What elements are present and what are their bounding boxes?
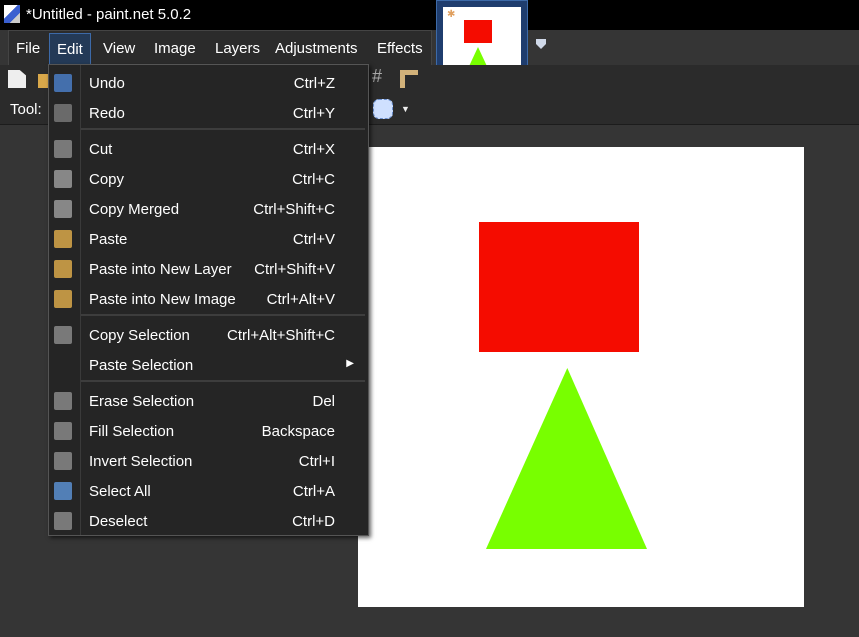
menu-item-invert-selection[interactable]: Invert Selection Ctrl+I xyxy=(49,446,368,476)
image-canvas[interactable] xyxy=(358,147,804,607)
menu-item-shortcut: Ctrl+Y xyxy=(292,105,335,122)
copy-selection-icon xyxy=(54,326,72,344)
menu-item-paste-into-new-image[interactable]: Paste into New Image Ctrl+Alt+V xyxy=(49,284,368,314)
menu-item-shortcut: Ctrl+A xyxy=(292,483,335,500)
open-icon[interactable] xyxy=(38,74,48,88)
invert-icon xyxy=(54,452,72,470)
menu-separator xyxy=(81,128,365,130)
menu-file[interactable]: File xyxy=(16,40,40,57)
menu-item-label: Paste into New Image xyxy=(89,291,236,308)
menu-item-copy-merged[interactable]: Copy Merged Ctrl+Shift+C xyxy=(49,194,368,224)
menu-item-shortcut: Ctrl+Shift+C xyxy=(253,201,335,218)
menu-item-shortcut: Ctrl+D xyxy=(292,513,335,530)
green-triangle xyxy=(486,368,647,549)
title-bar: *Untitled - paint.net 5.0.2 xyxy=(0,0,859,30)
tabs-dropdown-icon[interactable] xyxy=(536,39,546,49)
menu-item-paste-selection[interactable]: Paste Selection ▶ xyxy=(49,350,368,380)
ruler-icon[interactable] xyxy=(400,70,418,88)
menu-item-label: Redo xyxy=(89,105,125,122)
menu-separator xyxy=(81,314,365,316)
redo-icon xyxy=(54,104,72,122)
menu-item-label: Paste xyxy=(89,231,128,248)
thumb-red-square xyxy=(464,20,492,43)
menu-bar: File Edit View Image Layers Adjustments … xyxy=(8,30,432,65)
menu-item-label: Invert Selection xyxy=(89,453,193,470)
app-icon xyxy=(4,5,20,23)
menu-item-shortcut: Ctrl+I xyxy=(298,453,335,470)
unsaved-star-icon: ✱ xyxy=(447,9,456,20)
menu-item-shortcut: Ctrl+X xyxy=(292,141,335,158)
menu-image[interactable]: Image xyxy=(154,40,196,57)
select-all-icon xyxy=(54,482,72,500)
menu-item-shortcut: Ctrl+Alt+V xyxy=(266,291,335,308)
menu-item-shortcut: Ctrl+Shift+V xyxy=(254,261,335,278)
submenu-arrow-icon: ▶ xyxy=(346,358,354,369)
tool-label: Tool: xyxy=(10,101,42,118)
deselect-icon xyxy=(54,512,72,530)
copy-merged-icon xyxy=(54,200,72,218)
menu-item-label: Erase Selection xyxy=(89,393,195,410)
menu-item-copy[interactable]: Copy Ctrl+C xyxy=(49,164,368,194)
menu-layers[interactable]: Layers xyxy=(215,40,260,57)
menu-item-paste-into-new-layer[interactable]: Paste into New Layer Ctrl+Shift+V xyxy=(49,254,368,284)
menu-item-deselect[interactable]: Deselect Ctrl+D xyxy=(49,506,368,536)
paste-layer-icon xyxy=(54,260,72,278)
paste-icon xyxy=(54,230,72,248)
menu-item-copy-selection[interactable]: Copy Selection Ctrl+Alt+Shift+C xyxy=(49,320,368,350)
menu-effects[interactable]: Effects xyxy=(377,40,423,57)
menu-item-fill-selection[interactable]: Fill Selection Backspace xyxy=(49,416,368,446)
menu-item-shortcut: Ctrl+C xyxy=(292,171,335,188)
menu-edit[interactable]: Edit xyxy=(49,33,91,65)
erase-icon xyxy=(54,392,72,410)
menu-item-redo[interactable]: Redo Ctrl+Y xyxy=(49,98,368,128)
grid-icon[interactable]: # xyxy=(372,66,390,86)
selection-mode-dropdown-icon[interactable]: ▼ xyxy=(401,104,410,114)
menu-item-shortcut: Del xyxy=(312,393,335,410)
fill-icon xyxy=(54,422,72,440)
menu-item-paste[interactable]: Paste Ctrl+V xyxy=(49,224,368,254)
window-title: *Untitled - paint.net 5.0.2 xyxy=(26,6,192,23)
menu-item-cut[interactable]: Cut Ctrl+X xyxy=(49,134,368,164)
menu-view[interactable]: View xyxy=(103,40,135,57)
menu-item-shortcut: Ctrl+V xyxy=(292,231,335,248)
menu-item-label: Copy Merged xyxy=(89,201,180,218)
paste-image-icon xyxy=(54,290,72,308)
menu-item-undo[interactable]: Undo Ctrl+Z xyxy=(49,68,368,98)
menu-item-label: Paste into New Layer xyxy=(89,261,232,278)
menu-item-shortcut: Ctrl+Z xyxy=(293,75,335,92)
menu-item-label: Paste Selection xyxy=(89,357,194,374)
copy-icon xyxy=(54,170,72,188)
menu-item-shortcut: Backspace xyxy=(261,423,335,440)
menu-item-erase-selection[interactable]: Erase Selection Del xyxy=(49,386,368,416)
menu-item-label: Select All xyxy=(89,483,151,500)
menu-item-label: Undo xyxy=(89,75,125,92)
undo-icon xyxy=(54,74,72,92)
scissors-icon xyxy=(54,140,72,158)
edit-menu: Undo Ctrl+Z Redo Ctrl+Y Cut Ctrl+X Copy Ctrl+C C… xyxy=(48,64,369,536)
menu-item-label: Fill Selection xyxy=(89,423,175,440)
menu-item-label: Copy xyxy=(89,171,125,188)
menu-item-label: Copy Selection xyxy=(89,327,190,344)
menu-adjustments[interactable]: Adjustments xyxy=(275,40,358,57)
menu-item-label: Cut xyxy=(89,141,113,158)
menu-item-select-all[interactable]: Select All Ctrl+A xyxy=(49,476,368,506)
menu-separator xyxy=(81,380,365,382)
selection-mode-icon[interactable] xyxy=(373,99,393,119)
menu-item-label: Deselect xyxy=(89,513,148,530)
red-rectangle xyxy=(479,222,639,352)
menu-item-shortcut: Ctrl+Alt+Shift+C xyxy=(227,327,335,344)
